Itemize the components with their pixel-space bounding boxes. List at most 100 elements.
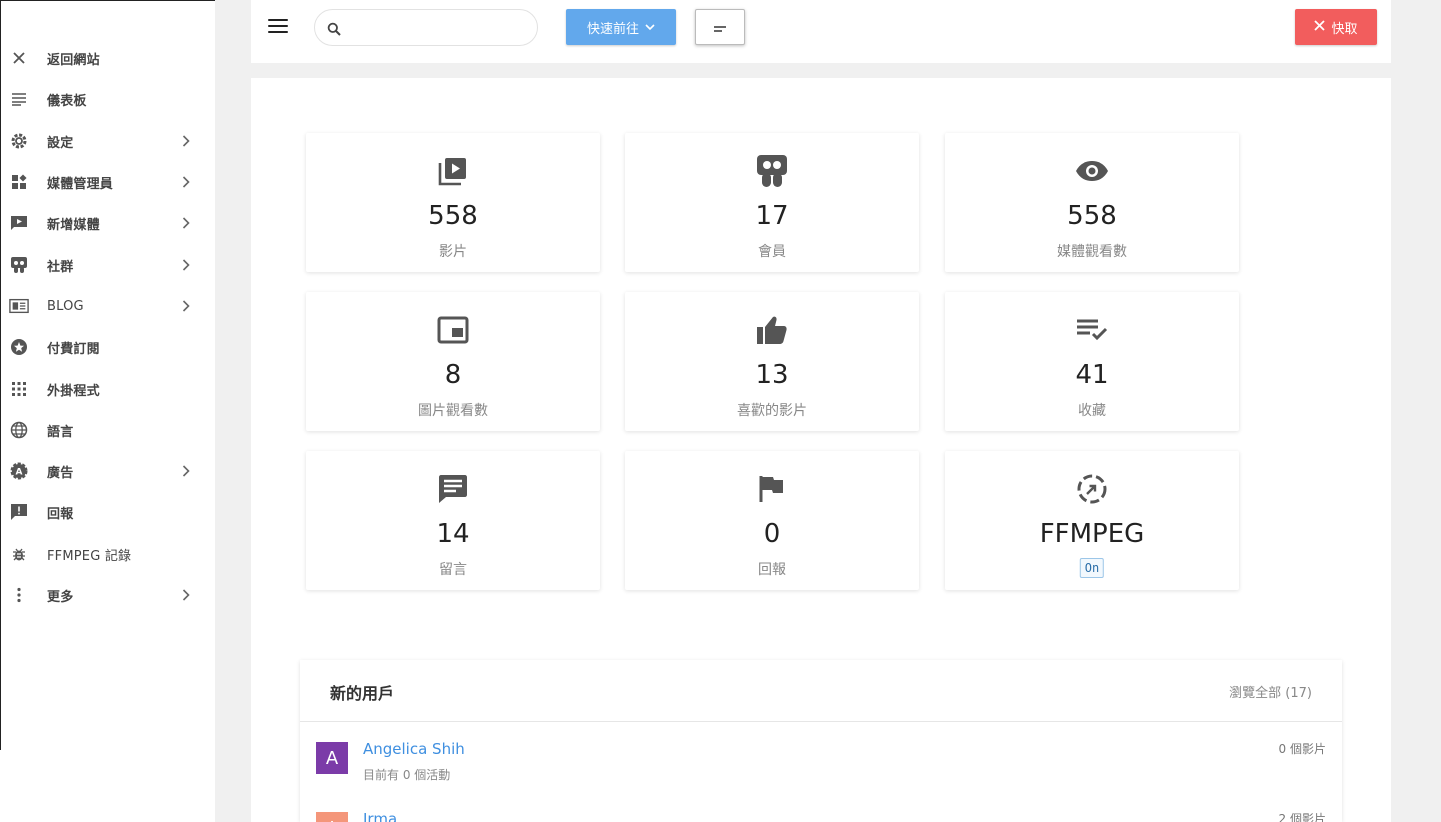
search-box[interactable] [314, 9, 538, 46]
stat-card-image-views[interactable]: 8 圖片觀看數 [306, 292, 600, 431]
clear-cache-label: 快取 [1331, 21, 1358, 37]
comment-icon [306, 471, 600, 507]
eye-icon [945, 153, 1239, 189]
sidebar-item-add-media[interactable]: 新增媒體 [1, 206, 216, 240]
user-video-count: 0 個影片 [1278, 742, 1326, 756]
sidebar-item-ffmpeg-log[interactable]: FFMPEG 記錄 [1, 537, 216, 571]
chevron-right-icon [179, 588, 193, 602]
status-badge: On [1079, 558, 1105, 578]
sidebar-item-subscription[interactable]: 付費訂閱 [1, 330, 216, 364]
stat-label: 留言 [439, 562, 467, 578]
stat-value: FFMPEG [1039, 519, 1145, 549]
flag-icon [625, 471, 919, 507]
stat-value: 41 [1075, 360, 1109, 390]
user-activity-text: 目前有 0 個活動 [363, 768, 451, 782]
avatar[interactable]: A [316, 742, 348, 774]
main-content: 558 影片 17 會員 558 媒體觀看數 8 圖片觀看數 13 喜歡的影片 … [251, 78, 1391, 822]
user-video-count: 2 個影片 [1278, 812, 1326, 822]
stat-card-comments[interactable]: 14 留言 [306, 451, 600, 590]
sidebar-item-back-to-site[interactable]: 返回網站 [1, 41, 216, 75]
stat-label: 影片 [439, 244, 467, 260]
stat-card-videos[interactable]: 558 影片 [306, 133, 600, 272]
sidebar-item-label: 儀表板 [47, 93, 87, 109]
star-icon [9, 337, 29, 357]
community-icon [9, 255, 29, 275]
picture-in-picture-icon [306, 312, 600, 348]
quick-navigate-button[interactable]: 快速前往 [566, 9, 676, 45]
sidebar-item-reports[interactable]: 回報 [1, 495, 216, 529]
chevron-right-icon [179, 258, 193, 272]
user-list-item: A Angelica Shih 目前有 0 個活動 0 個影片 [300, 722, 1342, 792]
search-input[interactable] [351, 16, 527, 40]
dashboard-icon [9, 172, 29, 192]
menu-toggle-button[interactable] [267, 16, 289, 36]
sidebar-item-language[interactable]: 語言 [1, 413, 216, 447]
sidebar-item-label: FFMPEG 記錄 [47, 548, 132, 564]
view-all-users-link[interactable]: 瀏覽全部 (17) [1229, 682, 1312, 701]
stat-card-members[interactable]: 17 會員 [625, 133, 919, 272]
chevron-right-icon [179, 134, 193, 148]
top-bar: 快速前往 快取 [251, 0, 1391, 63]
chevron-right-icon [179, 175, 193, 189]
stat-card-ffmpeg[interactable]: FFMPEG On [945, 451, 1239, 590]
sidebar-item-label: 廣告 [47, 465, 74, 481]
avatar[interactable]: I [316, 812, 348, 822]
stat-label: 會員 [758, 244, 786, 260]
short-text-icon [713, 18, 727, 37]
sidebar-item-label: 社群 [47, 259, 74, 275]
sidebar-item-label: 返回網站 [47, 52, 100, 68]
sidebar-item-more[interactable]: 更多 [1, 578, 216, 612]
sidebar-item-label: 付費訂閱 [47, 341, 100, 357]
sidebar-item-media-manager[interactable]: 媒體管理員 [1, 165, 216, 199]
sidebar-item-community[interactable]: 社群 [1, 248, 216, 282]
sidebar-item-label: 新增媒體 [47, 217, 100, 233]
stat-value: 14 [436, 519, 470, 549]
user-name-link[interactable]: Angelica Shih [363, 740, 465, 758]
hamburger-icon-line [268, 31, 288, 33]
chevron-right-icon [179, 299, 193, 313]
chevron-down-icon [645, 20, 655, 35]
stat-card-reports[interactable]: 0 回報 [625, 451, 919, 590]
sidebar-item-settings[interactable]: 設定 [1, 124, 216, 158]
sidebar-item-label: BLOG [47, 298, 84, 314]
svg-text:A: A [16, 468, 23, 478]
clear-cache-button[interactable]: 快取 [1295, 9, 1377, 45]
sidebar-item-dashboard[interactable]: 儀表板 [1, 82, 216, 116]
sidebar-item-label: 外掛程式 [47, 383, 100, 399]
new-users-header: 新的用戶 瀏覽全部 (17) [300, 660, 1342, 722]
layout-toggle-button[interactable] [695, 9, 745, 45]
stat-card-favorites[interactable]: 41 收藏 [945, 292, 1239, 431]
stat-value: 17 [755, 201, 789, 231]
chevron-right-icon [179, 464, 193, 478]
sidebar: 返回網站 儀表板 設定 媒體管理員 新增媒體 社群 BLOG 付費訂閱 外掛程式 [0, 0, 215, 818]
chevron-right-icon [179, 216, 193, 230]
sidebar-item-label: 語言 [47, 424, 74, 440]
stat-card-liked-videos[interactable]: 13 喜歡的影片 [625, 292, 919, 431]
stat-label: 喜歡的影片 [737, 403, 807, 419]
sidebar-item-label: 設定 [47, 135, 74, 151]
globe-icon [9, 420, 29, 440]
sidebar-item-label: 媒體管理員 [47, 176, 114, 192]
stat-label: 回報 [758, 562, 786, 578]
video-library-icon [306, 153, 600, 189]
stat-label: 圖片觀看數 [418, 403, 488, 419]
sidebar-item-plugins[interactable]: 外掛程式 [1, 372, 216, 406]
stat-value: 8 [444, 360, 462, 390]
ad-icon: A [9, 461, 29, 481]
sidebar-item-blog[interactable]: BLOG [1, 289, 216, 323]
stat-label: 媒體觀看數 [1057, 244, 1127, 260]
newspaper-icon [9, 296, 29, 316]
sidebar-item-ads[interactable]: A 廣告 [1, 454, 216, 488]
list-icon [9, 89, 29, 109]
new-users-panel: 新的用戶 瀏覽全部 (17) A Angelica Shih 目前有 0 個活動… [300, 660, 1342, 822]
thumb-up-icon [625, 312, 919, 348]
user-name-link[interactable]: Irma [363, 810, 397, 822]
hamburger-icon [268, 19, 288, 21]
stat-card-media-views[interactable]: 558 媒體觀看數 [945, 133, 1239, 272]
more-vertical-icon [9, 585, 29, 605]
gear-icon [9, 131, 29, 151]
members-icon [625, 153, 919, 189]
quick-navigate-label: 快速前往 [586, 21, 639, 37]
video-add-icon [9, 213, 29, 233]
stat-value: 13 [755, 360, 789, 390]
